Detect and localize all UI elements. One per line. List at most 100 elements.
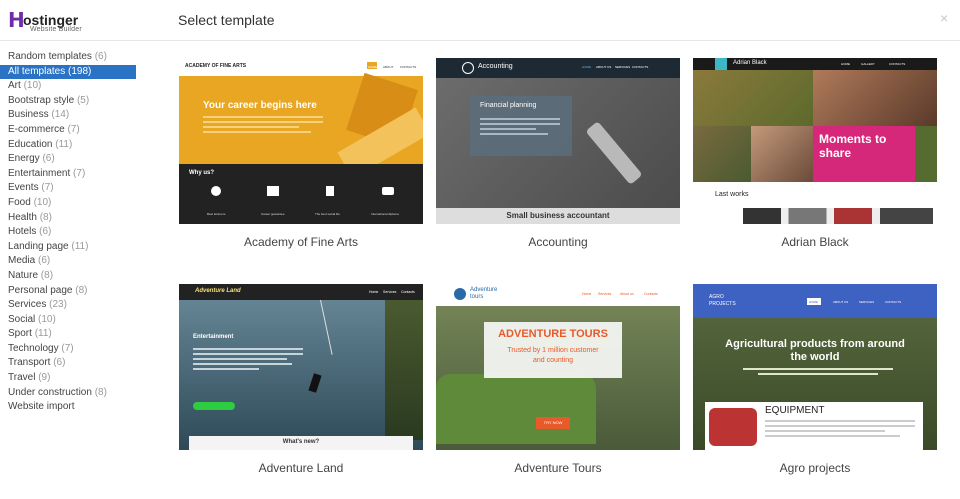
template-name[interactable]: Adrian Black: [693, 235, 937, 249]
category-item[interactable]: Services (23): [0, 298, 140, 313]
person-icon: [211, 186, 221, 196]
logo-subtitle: Website Builder: [30, 26, 82, 33]
thumb-cta-button: TRY NOW: [536, 417, 570, 429]
category-item[interactable]: Food (10): [0, 196, 140, 211]
tree-image: [385, 300, 423, 440]
template-thumbnail[interactable]: Adventure tours Home Services About us C…: [436, 284, 680, 450]
thumb-brand: Adventure: [470, 287, 498, 293]
thumb-nav: AGRO PROJECTS HOME ABOUT US SERVICES CON…: [693, 284, 937, 318]
template-card-adventure-land[interactable]: Adventure Land Home Services Contacts En…: [179, 284, 423, 475]
category-count: (9): [38, 372, 51, 384]
category-label: Travel: [8, 372, 36, 384]
thumb-text: [743, 368, 893, 378]
category-item[interactable]: Bootstrap style (5): [0, 94, 140, 109]
tractor-image: [709, 408, 757, 446]
thumb-headline: share: [819, 146, 852, 160]
template-name[interactable]: Academy of Fine Arts: [179, 235, 423, 249]
template-name[interactable]: Adventure Tours: [436, 461, 680, 475]
thumb-nav: Adventure tours Home Services About us C…: [436, 284, 680, 306]
template-card-adventure-tours[interactable]: Adventure tours Home Services About us C…: [436, 284, 680, 475]
category-item[interactable]: Travel (9): [0, 371, 140, 386]
thumb-brand: Accounting: [478, 63, 513, 70]
thumb-nav-item: GALLERY: [861, 62, 875, 66]
template-card-academy[interactable]: ACADEMY OF FINE ARTS HOME ABOUT CONTACTS…: [179, 58, 423, 249]
category-count: (198): [68, 65, 92, 77]
category-item[interactable]: Health (8): [0, 211, 140, 226]
category-item[interactable]: Random templates (6): [0, 50, 140, 65]
thumb-section: Last works: [715, 191, 749, 198]
thumb-nav-item: ABOUT US: [833, 300, 849, 304]
template-thumbnail[interactable]: ACADEMY OF FINE ARTS HOME ABOUT CONTACTS…: [179, 58, 423, 224]
category-item[interactable]: Energy (6): [0, 152, 140, 167]
category-label: Events: [8, 182, 39, 194]
thumb-highlight: Moments to share: [813, 126, 915, 182]
category-count: (10): [38, 313, 56, 325]
template-thumbnail[interactable]: AGRO PROJECTS HOME ABOUT US SERVICES CON…: [693, 284, 937, 450]
thumb-feature: Career guarantee: [261, 212, 285, 216]
category-item[interactable]: Business (14): [0, 108, 140, 123]
category-item[interactable]: E-commerce (7): [0, 123, 140, 138]
thumb-panel: EQUIPMENT: [705, 402, 923, 450]
category-item[interactable]: Events (7): [0, 181, 140, 196]
thumb-panel: ADVENTURE TOURS Trusted by 1 million cus…: [484, 322, 622, 378]
category-item[interactable]: Website import: [0, 400, 140, 415]
category-label: Bootstrap style: [8, 94, 75, 106]
category-item[interactable]: Landing page (11): [0, 240, 140, 255]
category-item[interactable]: Transport (6): [0, 356, 140, 371]
category-count: (11): [71, 240, 89, 252]
thumb-nav-item: Contacts: [644, 292, 658, 296]
globe-icon: [454, 288, 466, 300]
thumb-nav-item: Services: [598, 292, 612, 296]
category-item[interactable]: Art (10): [0, 79, 140, 94]
thumb-headline: ADVENTURE TOURS: [498, 328, 608, 340]
category-count: (8): [40, 269, 54, 281]
category-item[interactable]: Social (10): [0, 313, 140, 328]
template-card-accounting[interactable]: Accounting HOME ABOUT US SERVICES CONTAC…: [436, 58, 680, 249]
category-label: Technology: [8, 342, 59, 354]
thumb-nav: Adventure Land Home Services Contacts: [179, 284, 423, 300]
template-name[interactable]: Accounting: [436, 235, 680, 249]
category-label: Nature: [8, 269, 39, 281]
photo-tile: [693, 126, 751, 182]
thumb-nav-item: SERVICES: [859, 300, 875, 304]
template-thumbnail[interactable]: Adrian Black HOME GALLERY CONTACTS Momen…: [693, 58, 937, 224]
template-name[interactable]: Agro projects: [693, 461, 937, 475]
category-item[interactable]: Technology (7): [0, 342, 140, 357]
category-item[interactable]: Hotels (6): [0, 225, 140, 240]
category-item[interactable]: All templates (198): [0, 64, 136, 80]
template-card-agro-projects[interactable]: AGRO PROJECTS HOME ABOUT US SERVICES CON…: [693, 284, 937, 475]
photo-tile: [693, 70, 813, 126]
template-thumbnail[interactable]: Accounting HOME ABOUT US SERVICES CONTAC…: [436, 58, 680, 224]
category-item[interactable]: Education (11): [0, 138, 140, 153]
template-name[interactable]: Adventure Land: [179, 461, 423, 475]
category-label: Art: [8, 80, 21, 92]
category-label: Personal page: [8, 284, 73, 296]
category-item[interactable]: Entertainment (7): [0, 167, 140, 182]
thumb-nav-item: HOME: [841, 62, 850, 66]
category-item[interactable]: Under construction (8): [0, 386, 140, 401]
thumb-panel-title: EQUIPMENT: [765, 405, 825, 416]
close-icon[interactable]: ×: [940, 10, 948, 26]
category-count: (11): [34, 328, 52, 340]
category-label: Social: [8, 313, 36, 325]
thumb-cta-button: [193, 402, 235, 410]
category-item[interactable]: Nature (8): [0, 269, 140, 284]
thumb-nav-item: ABOUT US: [596, 65, 612, 69]
template-card-adrian-black[interactable]: Adrian Black HOME GALLERY CONTACTS Momen…: [693, 58, 937, 249]
thumb-nav-item: HOME: [809, 300, 818, 304]
category-item[interactable]: Sport (11): [0, 327, 140, 342]
thumb-headline: Moments to: [819, 132, 887, 146]
category-label: E-commerce: [8, 123, 65, 135]
thumb-feature: The best social life: [315, 212, 340, 216]
category-count: (6): [94, 51, 107, 62]
category-item[interactable]: Media (6): [0, 254, 140, 269]
thumb-nav-item: CONTACTS: [889, 62, 906, 66]
category-label: Sport: [8, 328, 32, 340]
thumb-feature: International diploma: [371, 212, 399, 216]
category-item[interactable]: Personal page (8): [0, 284, 140, 299]
header: H ostinger Website Builder Select templa…: [0, 0, 960, 41]
thumb-nav-item: ABOUT: [383, 65, 394, 69]
thumb-nav-item: CONTACTS: [400, 65, 417, 69]
template-thumbnail[interactable]: Adventure Land Home Services Contacts En…: [179, 284, 423, 450]
hostinger-logo[interactable]: H ostinger Website Builder: [8, 6, 88, 34]
